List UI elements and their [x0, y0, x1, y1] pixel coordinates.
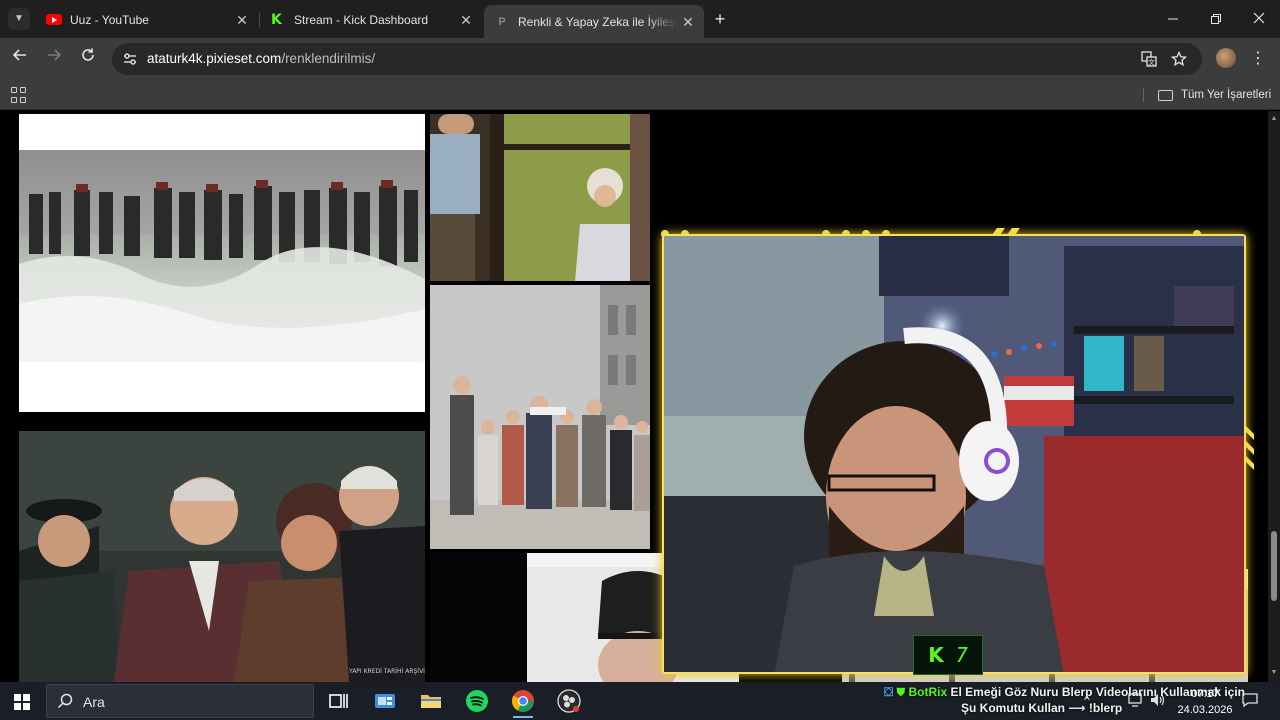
reload-button[interactable] [76, 47, 100, 71]
spotify-icon[interactable] [465, 689, 489, 713]
close-icon[interactable]: ✕ [678, 12, 698, 32]
control-panel-icon[interactable] [373, 689, 397, 713]
browser-toolbar: ataturk4k.pixieset.com/renklendirilmis/ … [0, 38, 1280, 80]
close-window-icon [1253, 12, 1265, 24]
obs-studio-icon[interactable] [557, 689, 581, 713]
volume-icon[interactable] [1150, 693, 1166, 710]
chrome-icon[interactable] [511, 689, 535, 718]
all-bookmarks-label: Tüm Yer İşaretleri [1181, 89, 1272, 101]
youtube-icon [46, 12, 62, 28]
minimize-button[interactable] [1151, 0, 1195, 38]
restore-icon [1211, 14, 1221, 24]
kick-logo-icon: K [928, 643, 944, 667]
arrow-left-icon [12, 49, 26, 61]
webcam-feed [662, 234, 1246, 674]
address-bar[interactable]: ataturk4k.pixieset.com/renklendirilmis/ … [112, 43, 1202, 75]
restore-button[interactable] [1194, 0, 1238, 38]
search-icon [57, 693, 73, 709]
botrix-message-2: Şu Komutu Kullan ⟶ !blerp [961, 701, 1123, 715]
bookmarks-bar: Tüm Yer İşaretleri [0, 80, 1280, 110]
url-domain: ataturk4k.pixieset.com [147, 51, 282, 66]
folder-icon [1158, 89, 1173, 101]
tab-strip: ▼ Uuz - YouTube ✕ K Stream - Kick Dashbo… [0, 0, 1280, 38]
apps-grid-icon[interactable] [11, 87, 27, 103]
close-icon[interactable]: ✕ [232, 10, 252, 30]
pixieset-icon: P [498, 15, 506, 28]
gallery-photo-garden-child[interactable] [430, 114, 650, 281]
close-window-button[interactable] [1237, 0, 1280, 38]
clock-date: 24.03.2026 [1177, 704, 1233, 716]
tab-title: Uuz - YouTube [70, 12, 149, 27]
bookmark-star-icon[interactable] [1170, 50, 1188, 69]
system-clock[interactable]: 07:17 24.03.2026 [1172, 686, 1238, 718]
scroll-up-icon[interactable]: ▲ [1270, 115, 1278, 122]
notifications-icon[interactable] [1242, 692, 1258, 711]
file-explorer-icon[interactable] [419, 689, 443, 713]
forward-button[interactable] [42, 47, 66, 71]
tray-chevron-up-icon[interactable]: ^ [1084, 693, 1090, 707]
tab-search-button[interactable]: ▼ [8, 8, 30, 30]
back-button[interactable] [8, 47, 32, 71]
svg-text:文: 文 [1148, 58, 1155, 67]
translate-icon[interactable]: 文 [1140, 51, 1158, 69]
bookmarks-divider [1143, 88, 1144, 102]
gallery-page: YAPI KREDİ TARİHİ ARŞİVİ K 7 [0, 111, 1268, 682]
url-text: ataturk4k.pixieset.com/renklendirilmis/ [147, 51, 375, 66]
url-path: /renklendirilmis/ [281, 51, 376, 66]
svg-text:YAPI KREDİ TARİHİ ARŞİVİ: YAPI KREDİ TARİHİ ARŞİVİ [348, 668, 425, 675]
arrow-right-icon [48, 49, 62, 61]
profile-avatar[interactable] [1216, 48, 1236, 68]
kick-viewer-badge: K 7 [913, 635, 983, 675]
all-bookmarks-button[interactable]: Tüm Yer İşaretleri [1158, 87, 1271, 103]
gallery-photo-street-crowd[interactable] [430, 285, 650, 549]
tab-kick-dashboard[interactable]: K Stream - Kick Dashboard ✕ [260, 5, 482, 34]
site-info-icon[interactable] [122, 51, 138, 67]
tab-title: Renkli & Yapay Zeka ile İyileştirilmiş [518, 14, 678, 29]
new-tab-button[interactable]: + [710, 9, 730, 29]
network-icon[interactable] [1128, 693, 1144, 710]
viewer-count: 7 [955, 643, 968, 667]
botrix-icon: ⛋ [884, 685, 894, 699]
shield-icon: ⛊ [896, 685, 906, 699]
scroll-down-icon[interactable]: ▼ [1270, 669, 1278, 676]
taskbar-search[interactable]: Ara [46, 684, 314, 718]
minimize-icon [1168, 18, 1178, 20]
reload-icon [82, 48, 94, 61]
chevron-down-icon: ▼ [14, 13, 24, 24]
menu-dots-icon[interactable]: ⋮ [1250, 48, 1266, 70]
gallery-photo-ataturk-meeting[interactable]: YAPI KREDİ TARİHİ ARŞİVİ [19, 431, 425, 682]
search-placeholder: Ara [83, 694, 105, 710]
streamer-webcam-overlay: K 7 [652, 222, 1256, 677]
close-icon[interactable]: ✕ [456, 10, 476, 30]
tab-youtube[interactable]: Uuz - YouTube ✕ [36, 5, 258, 34]
kick-icon: K [271, 11, 282, 28]
tab-pixieset-active[interactable]: P Renkli & Yapay Zeka ile İyileştirilmiş… [484, 5, 704, 38]
botrix-username: BotRix [908, 685, 948, 699]
page-scrollbar[interactable]: ▲ ▼ [1268, 111, 1280, 682]
tab-title: Stream - Kick Dashboard [294, 12, 429, 27]
clock-time: 07:17 [1191, 688, 1219, 700]
windows-start-icon[interactable] [14, 694, 30, 710]
gallery-photo-snow-group[interactable] [19, 114, 425, 412]
task-view-icon[interactable] [326, 689, 350, 713]
scrollbar-thumb[interactable] [1271, 531, 1277, 601]
